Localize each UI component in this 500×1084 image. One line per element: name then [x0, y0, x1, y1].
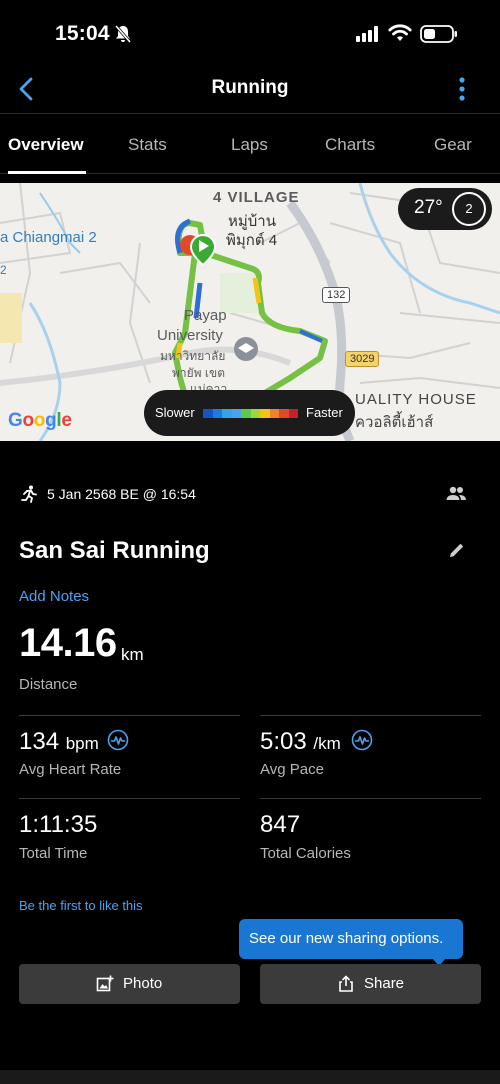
divider — [19, 715, 240, 716]
sharing-tooltip[interactable]: See our new sharing options. — [239, 919, 463, 966]
map-label-village: 4 VILLAGE — [213, 189, 300, 206]
tab-stats[interactable]: Stats — [128, 135, 167, 155]
divider — [260, 715, 481, 716]
google-logo: Google — [8, 410, 72, 431]
pace-unit: /km — [313, 734, 341, 753]
share-button[interactable]: Share — [260, 964, 481, 1004]
heart-rate-label: Avg Heart Rate — [19, 761, 122, 778]
heart-rate-value: 134 — [19, 728, 60, 755]
distance-value: 14.16 — [19, 621, 117, 665]
pace-chart-icon[interactable] — [351, 729, 373, 751]
distance-unit: km — [121, 645, 144, 664]
tab-gear[interactable]: Gear — [434, 135, 472, 155]
nav-bar: Running — [0, 66, 500, 114]
tab-charts[interactable]: Charts — [325, 135, 375, 155]
map-label-quality-house: UALITY HOUSE — [355, 391, 477, 408]
total-time-label: Total Time — [19, 845, 88, 862]
map-label-village-thai-2: พิมุกต์ 4 — [226, 232, 278, 249]
divider — [260, 798, 481, 799]
legend-color-swatch — [288, 409, 298, 418]
legend-color-swatch — [250, 409, 260, 418]
legend-color-swatch — [203, 409, 213, 418]
activity-title: San Sai Running — [19, 537, 210, 564]
bell-muted-icon — [114, 25, 132, 43]
calories-value: 847 — [260, 811, 301, 838]
cellular-signal-icon — [356, 26, 378, 42]
map-label-chiangmai: a Chiangmai 2 — [0, 229, 97, 246]
photo-button-label: Photo — [123, 975, 163, 992]
divider — [19, 798, 240, 799]
pace-label: Avg Pace — [260, 761, 324, 778]
battery-icon — [420, 25, 457, 43]
map-label-left-edge: 2 — [0, 263, 7, 277]
legend-color-swatch — [222, 409, 232, 418]
status-time: 15:04 — [55, 22, 110, 45]
pace-legend: Slower Faster — [144, 390, 355, 436]
route-badge-132: 132 — [322, 287, 351, 303]
edit-pencil-icon[interactable] — [448, 541, 466, 559]
heart-rate-chart-icon[interactable] — [107, 729, 129, 751]
group-people-icon[interactable] — [445, 485, 467, 503]
tab-bar: Overview Stats Laps Charts Gear — [0, 114, 500, 174]
legend-color-swatch — [212, 409, 222, 418]
weather-badge[interactable]: 27° 2 — [398, 188, 492, 230]
tab-laps[interactable]: Laps — [231, 135, 268, 155]
calories-label: Total Calories — [260, 845, 351, 862]
add-photo-icon — [96, 975, 114, 992]
total-time-value: 1:11:35 — [19, 811, 98, 838]
bottom-strip — [0, 1070, 500, 1084]
add-notes-link[interactable]: Add Notes — [19, 588, 89, 605]
photo-button[interactable]: Photo — [19, 964, 240, 1004]
running-icon — [21, 485, 37, 503]
share-icon — [339, 975, 353, 992]
legend-color-swatch — [269, 409, 279, 418]
more-vertical-icon[interactable] — [455, 76, 469, 102]
tab-overview[interactable]: Overview — [8, 135, 84, 155]
map-label-university-2: University — [157, 327, 223, 344]
wifi-icon — [388, 24, 412, 41]
legend-slower-label: Slower — [155, 405, 195, 420]
route-map[interactable]: 4 VILLAGE หมู่บ้าน พิมุกต์ 4 a Chiangmai… — [0, 183, 500, 441]
legend-color-swatch — [260, 409, 270, 418]
weather-circle: 2 — [452, 192, 486, 226]
sharing-tooltip-text: See our new sharing options. — [249, 930, 444, 947]
temperature: 27° — [414, 197, 443, 218]
heart-rate-unit: bpm — [65, 734, 99, 753]
status-bar: 15:04 — [0, 0, 500, 66]
active-tab-indicator — [8, 171, 86, 174]
map-label-university-1: Payap — [184, 307, 227, 324]
legend-color-swatch — [241, 409, 251, 418]
route-badge-3029: 3029 — [345, 351, 380, 367]
share-button-label: Share — [364, 975, 405, 992]
pace-stat: 5:03 /km — [260, 728, 341, 756]
legend-faster-label: Faster — [306, 405, 343, 420]
heart-rate-stat: 134 bpm — [19, 728, 99, 756]
pace-value: 5:03 — [260, 728, 307, 755]
map-label-quality-house-thai: ควอลิตี้เฮ้าส์ — [355, 414, 434, 431]
activity-date: 5 Jan 2568 BE @ 16:54 — [47, 486, 196, 502]
legend-color-bar — [203, 409, 298, 418]
legend-color-swatch — [231, 409, 241, 418]
legend-color-swatch — [279, 409, 289, 418]
activity-overview: 5 Jan 2568 BE @ 16:54 San Sai Running Ad… — [0, 441, 500, 1084]
like-link[interactable]: Be the first to like this — [19, 898, 143, 913]
distance-label: Distance — [19, 676, 78, 693]
page-title: Running — [211, 77, 289, 98]
